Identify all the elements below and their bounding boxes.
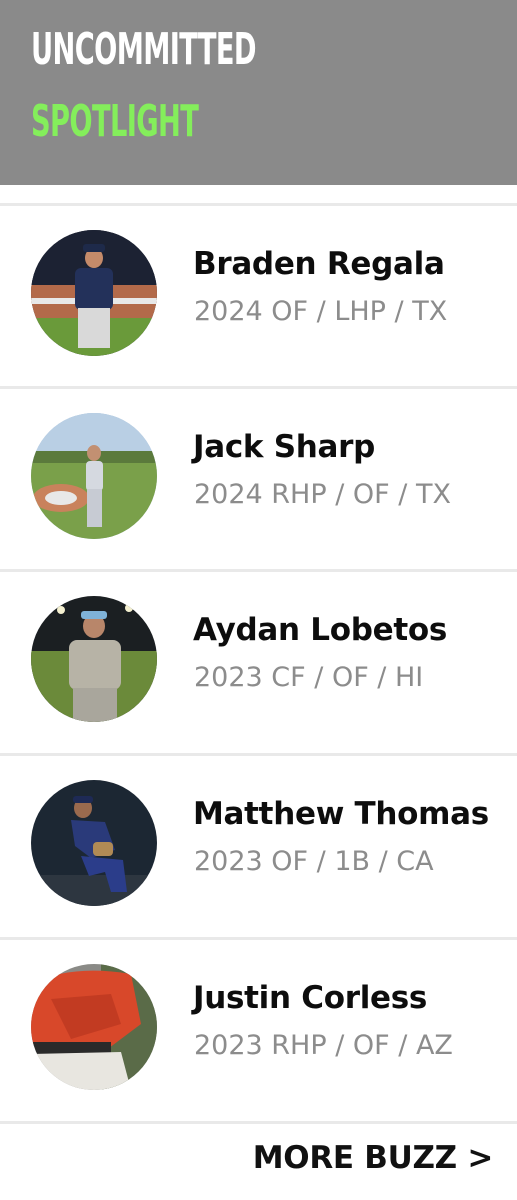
player-card-jack-sharp[interactable]: Jack Sharp 2024 RHP / OF / TX — [0, 369, 517, 549]
player-card-aydan-lobetos[interactable]: Aydan Lobetos 2023 CF / OF / HI — [0, 552, 517, 732]
player-name: Matthew Thomas — [193, 796, 489, 832]
player-card-braden-regala[interactable]: Braden Regala 2024 OF / LHP / TX — [0, 186, 517, 366]
player-meta: 2024 RHP / OF / TX — [194, 479, 451, 510]
more-buzz-link[interactable]: MORE BUZZ > — [253, 1140, 494, 1176]
player-meta: 2024 OF / LHP / TX — [194, 296, 448, 327]
spotlight-header: UNCOMMITTED SPOTLIGHT — [0, 0, 517, 185]
player-name: Jack Sharp — [193, 429, 376, 465]
divider — [0, 1121, 517, 1124]
player-photo — [31, 964, 157, 1090]
player-name: Braden Regala — [193, 246, 445, 282]
player-card-matthew-thomas[interactable]: Matthew Thomas 2023 OF / 1B / CA — [0, 736, 517, 916]
player-photo — [31, 230, 157, 356]
player-meta: 2023 RHP / OF / AZ — [194, 1030, 453, 1061]
player-photo — [31, 413, 157, 539]
player-meta: 2023 OF / 1B / CA — [194, 846, 434, 877]
player-photo — [31, 780, 157, 906]
player-meta: 2023 CF / OF / HI — [194, 662, 424, 693]
player-name: Aydan Lobetos — [193, 612, 447, 648]
header-title-spotlight: SPOTLIGHT — [31, 96, 199, 147]
header-title-uncommitted: UNCOMMITTED — [31, 24, 257, 75]
player-photo — [31, 596, 157, 722]
player-card-justin-corless[interactable]: Justin Corless 2023 RHP / OF / AZ — [0, 920, 517, 1100]
player-name: Justin Corless — [193, 980, 428, 1016]
